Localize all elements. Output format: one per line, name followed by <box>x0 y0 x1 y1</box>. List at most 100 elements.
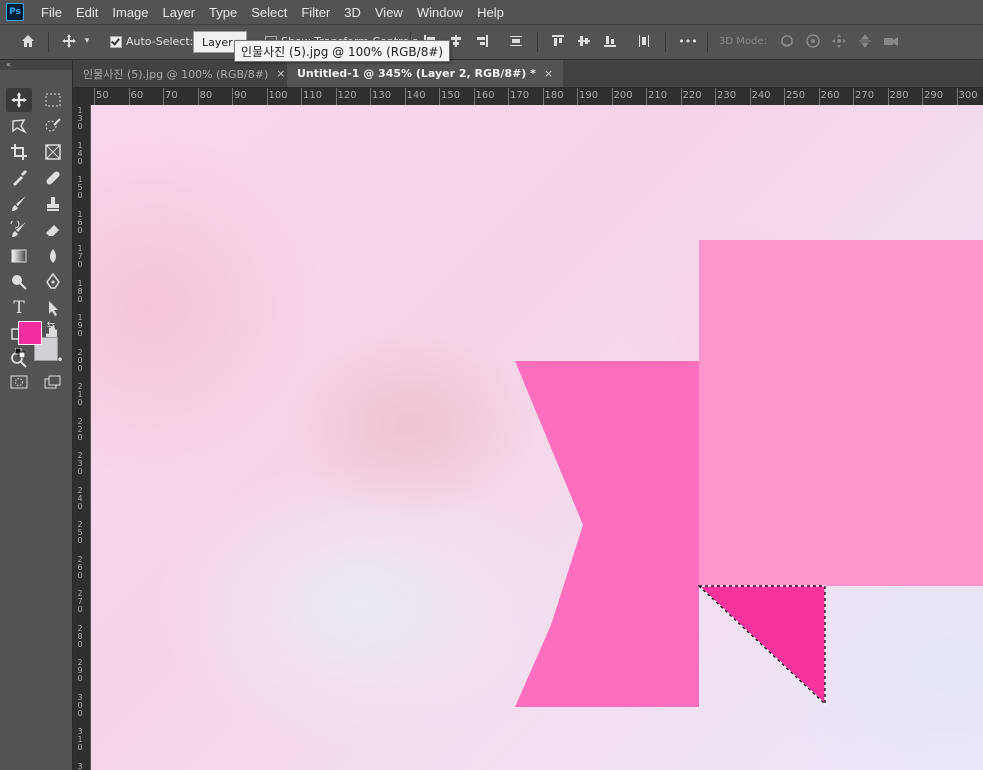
align-top-icon[interactable] <box>547 30 569 52</box>
type-tool-icon[interactable]: T <box>6 296 32 320</box>
ruler-label: 2 7 0 <box>77 589 83 614</box>
foreground-color-swatch[interactable] <box>18 321 42 345</box>
ruler-label: 1 5 0 <box>77 175 83 200</box>
3d-pan-icon[interactable] <box>828 30 850 52</box>
auto-select-label: Auto-Select: <box>126 35 194 48</box>
horizontal-ruler[interactable]: 50 60 70 80 90 100 110 120 130 140 150 160 170 180 190… <box>91 88 983 106</box>
ruler-corner[interactable] <box>73 88 91 105</box>
ruler-label: 60 <box>130 90 144 101</box>
ruler-tick <box>163 88 164 105</box>
lasso-tool-icon[interactable] <box>6 114 32 138</box>
dodge-tool-icon[interactable] <box>6 270 32 294</box>
move-tool-icon[interactable] <box>6 88 32 112</box>
pink-rectangle-shape <box>699 240 983 586</box>
chevron-down-icon[interactable]: ▾ <box>80 30 94 52</box>
menu-file[interactable]: File <box>34 5 69 20</box>
align-bottom-icon[interactable] <box>599 30 621 52</box>
crop-tool-icon[interactable] <box>6 140 32 164</box>
align-right-icon[interactable] <box>471 30 493 52</box>
3d-mode-label: 3D Mode: <box>719 36 767 47</box>
ruler-label: 230 <box>717 90 737 101</box>
ruler-tick <box>404 88 406 105</box>
brush-tool-icon[interactable] <box>6 192 32 216</box>
quick-mask-icon[interactable] <box>6 370 32 394</box>
ruler-tick <box>197 88 199 105</box>
menu-type[interactable]: Type <box>202 5 244 20</box>
ruler-label: 1 3 0 <box>77 106 83 131</box>
ruler-tick <box>646 88 647 105</box>
eyedropper-tool-icon[interactable] <box>6 166 32 190</box>
menu-3d[interactable]: 3D <box>337 5 368 20</box>
menu-window[interactable]: Window <box>410 5 470 20</box>
menu-help[interactable]: Help <box>470 5 511 20</box>
ruler-label: 150 <box>441 90 461 101</box>
ruler-label: 1 6 0 <box>77 209 83 235</box>
separator <box>48 32 49 52</box>
ruler-tick <box>473 88 475 105</box>
pen-tool-icon[interactable] <box>40 270 66 294</box>
3d-orbit-icon[interactable] <box>776 30 798 52</box>
ruler-label: 2 5 0 <box>77 520 83 545</box>
default-colors-icon[interactable] <box>14 347 26 359</box>
more-options-icon[interactable]: ••• <box>677 30 699 52</box>
document-canvas[interactable] <box>91 105 983 770</box>
pink-ribbon-shape <box>515 361 699 707</box>
close-icon[interactable]: × <box>276 67 285 80</box>
ruler-label: 1 8 0 <box>77 278 83 304</box>
ruler-tick <box>508 88 509 105</box>
ruler-label: 140 <box>406 90 426 101</box>
tab-tooltip: 인물사진 (5).jpg @ 100% (RGB/8#) <box>234 40 451 62</box>
ruler-label: 190 <box>579 90 599 101</box>
ruler-label: 3 1 0 <box>77 727 83 752</box>
history-brush-tool-icon[interactable] <box>6 218 32 242</box>
clone-stamp-tool-icon[interactable] <box>40 192 66 216</box>
ruler-label: 220 <box>682 90 702 101</box>
home-icon[interactable] <box>17 30 39 52</box>
ruler-label: 110 <box>303 90 323 101</box>
eraser-tool-icon[interactable] <box>40 218 66 242</box>
menu-view[interactable]: View <box>368 5 410 20</box>
3d-slide-icon[interactable] <box>854 30 876 52</box>
3d-camera-icon[interactable] <box>880 30 902 52</box>
ruler-label: 120 <box>337 90 357 101</box>
auto-select-checkbox[interactable]: Auto-Select: <box>110 24 193 59</box>
toolbox-collapse-icon[interactable]: « <box>0 60 72 70</box>
ruler-tick <box>370 88 371 105</box>
path-selection-tool-icon[interactable] <box>40 296 66 320</box>
ruler-label: 80 <box>199 90 213 101</box>
menu-filter[interactable]: Filter <box>294 5 337 20</box>
menu-layer[interactable]: Layer <box>156 5 203 20</box>
ruler-tick <box>439 88 440 105</box>
move-tool-preset-icon[interactable] <box>58 30 80 52</box>
3d-roll-icon[interactable] <box>802 30 824 52</box>
distribute-vertical-icon[interactable] <box>505 30 527 52</box>
marquee-tool-icon[interactable] <box>40 88 66 112</box>
photoshop-logo: Ps <box>6 3 24 21</box>
ruler-label: 270 <box>855 90 875 101</box>
quick-selection-tool-icon[interactable] <box>40 114 66 138</box>
canvas-shapes <box>515 240 983 707</box>
ruler-label: 2 9 0 <box>77 658 83 683</box>
ruler-label: 3 0 0 <box>77 692 83 718</box>
vertical-ruler[interactable]: 1 3 0 1 4 0 1 5 0 1 6 0 1 7 0 1 8 0 1 9 0 2 0 0… <box>73 105 91 770</box>
align-vertical-center-icon[interactable] <box>573 30 595 52</box>
screen-mode-icon[interactable] <box>40 370 66 394</box>
ruler-label: 260 <box>820 90 840 101</box>
ruler-tick <box>887 88 889 105</box>
ruler-label: 90 <box>234 90 247 101</box>
menu-edit[interactable]: Edit <box>69 5 105 20</box>
tab-portrait-photo[interactable]: 인물사진 (5).jpg @ 100% (RGB/8#) × <box>73 60 295 87</box>
close-icon[interactable]: × <box>544 67 553 80</box>
frame-tool-icon[interactable] <box>40 140 66 164</box>
distribute-horizontal-icon[interactable] <box>633 30 655 52</box>
ruler-label: 280 <box>889 90 909 101</box>
gradient-tool-icon[interactable] <box>6 244 32 268</box>
blur-tool-icon[interactable] <box>40 244 66 268</box>
menu-image[interactable]: Image <box>105 5 155 20</box>
menu-select[interactable]: Select <box>244 5 294 20</box>
swap-colors-icon[interactable]: ⇆ <box>44 318 58 332</box>
tab-untitled-1[interactable]: Untitled-1 @ 345% (Layer 2, RGB/8#) * × <box>287 60 564 87</box>
ruler-label: 160 <box>475 90 495 101</box>
ruler-label: 2 4 0 <box>77 485 83 511</box>
healing-brush-tool-icon[interactable] <box>40 166 66 190</box>
